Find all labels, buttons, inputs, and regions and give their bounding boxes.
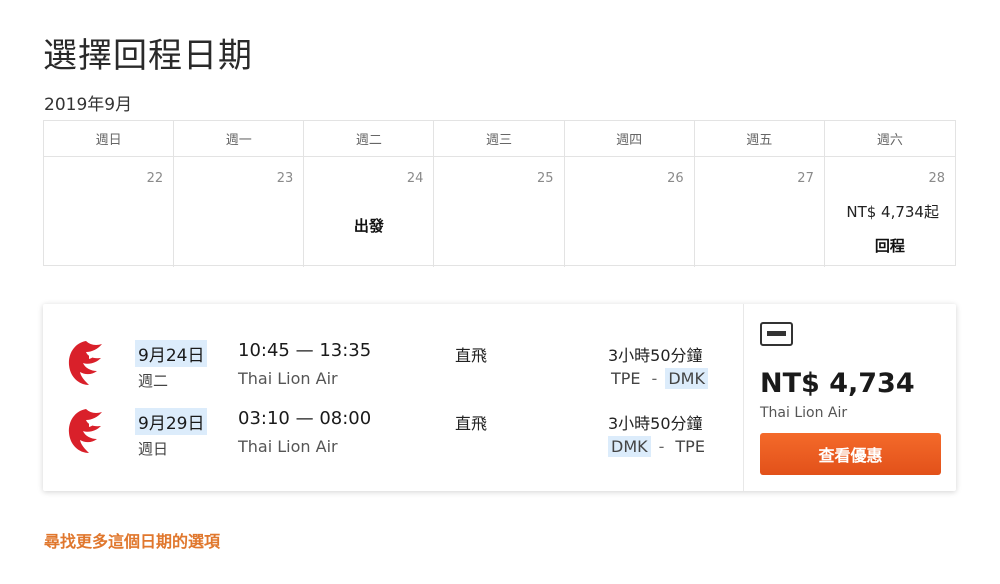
flight-result-card[interactable]: 9月24日 週二 10:45 — 13:35 Thai Lion Air 直飛 … — [43, 304, 956, 491]
day-number: 24 — [406, 171, 424, 186]
route-separator: - — [651, 369, 658, 388]
calendar-day-23[interactable]: 23 — [174, 157, 305, 267]
weekday-wed: 週三 — [434, 121, 565, 157]
lion-air-logo-icon — [68, 341, 102, 385]
day-number: 22 — [146, 171, 164, 186]
calendar-day-27[interactable]: 27 — [695, 157, 825, 267]
month-label: 2019年9月 — [44, 95, 133, 115]
outbound-leg: 9月24日 週二 10:45 — 13:35 Thai Lion Air 直飛 … — [43, 336, 743, 396]
weekday-sat: 週六 — [824, 121, 955, 157]
leg-times: 10:45 — 13:35 — [238, 340, 372, 361]
price-panel: NT$ 4,734 Thai Lion Air 查看優惠 — [743, 304, 956, 491]
return-label: 回程 — [874, 237, 905, 255]
day-number: 23 — [276, 171, 294, 186]
total-price: NT$ 4,734 — [760, 368, 915, 399]
leg-duration: 3小時50分鐘 — [608, 346, 703, 365]
weekday-thu: 週四 — [564, 121, 695, 157]
weekday-tue: 週二 — [304, 121, 435, 157]
day-price: NT$ 4,734起 — [846, 203, 939, 221]
calendar-day-26[interactable]: 26 — [565, 157, 695, 267]
view-deal-button[interactable]: 查看優惠 — [760, 433, 941, 475]
page-title: 選擇回程日期 — [43, 36, 253, 76]
leg-route: TPE - DMK — [608, 368, 708, 389]
leg-airline: Thai Lion Air — [238, 369, 338, 388]
leg-date: 9月24日 — [135, 340, 208, 367]
credit-card-icon — [760, 322, 793, 346]
leg-weekday: 週二 — [138, 372, 169, 390]
leg-weekday: 週日 — [138, 440, 169, 458]
leg-route: DMK - TPE — [608, 436, 708, 457]
origin-code: DMK — [608, 436, 651, 457]
leg-stops: 直飛 — [455, 414, 488, 433]
leg-airline: Thai Lion Air — [238, 437, 338, 456]
origin-code: TPE — [611, 369, 641, 388]
leg-stops: 直飛 — [455, 346, 488, 365]
calendar-day-25[interactable]: 25 — [434, 157, 565, 267]
route-separator: - — [658, 437, 665, 456]
day-number: 28 — [928, 171, 945, 186]
departure-label: 出發 — [353, 217, 384, 235]
day-number: 25 — [537, 171, 554, 186]
more-options-link[interactable]: 尋找更多這個日期的選項 — [44, 528, 220, 552]
lion-air-logo-icon — [68, 409, 102, 453]
calendar-day-22[interactable]: 22 — [44, 157, 175, 267]
return-leg: 9月29日 週日 03:10 — 08:00 Thai Lion Air 直飛 … — [43, 404, 743, 464]
day-number: 27 — [797, 171, 814, 186]
calendar-day-24[interactable]: 24 出發 — [304, 157, 435, 267]
destination-code: DMK — [665, 368, 708, 389]
leg-date: 9月29日 — [135, 408, 208, 435]
destination-code: TPE — [675, 437, 705, 456]
price-airline: Thai Lion Air — [760, 405, 848, 421]
day-number: 26 — [667, 171, 684, 186]
leg-times: 03:10 — 08:00 — [238, 408, 372, 429]
itinerary: 9月24日 週二 10:45 — 13:35 Thai Lion Air 直飛 … — [43, 304, 743, 491]
weekday-fri: 週五 — [694, 121, 825, 157]
weekday-sun: 週日 — [44, 121, 175, 157]
leg-duration: 3小時50分鐘 — [608, 414, 703, 433]
weekday-mon: 週一 — [174, 121, 305, 157]
calendar-day-28[interactable]: 28 NT$ 4,734起 回程 — [825, 157, 955, 267]
calendar: 週日 週一 週二 週三 週四 週五 週六 22 23 24 出發 25 26 2… — [43, 120, 956, 267]
